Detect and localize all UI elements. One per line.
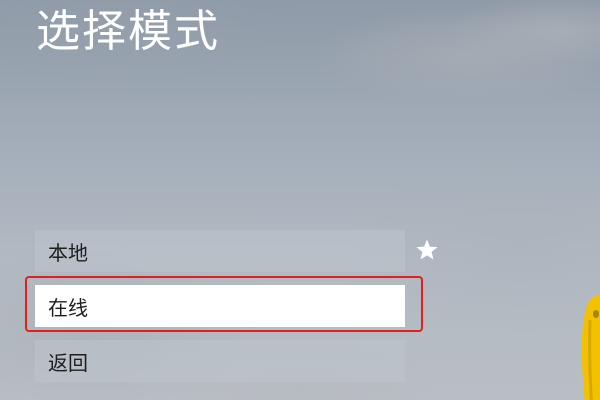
menu-item-online[interactable]: 在线 [35,285,405,327]
game-screen: 选择模式 本地 在线 返回 [0,0,600,400]
star-icon [416,239,438,260]
menu-item-label: 在线 [48,295,88,320]
menu-item-label: 本地 [48,240,88,265]
character-figure [581,293,600,400]
page-title: 选择模式 [36,6,220,57]
menu-item-label: 返回 [48,350,88,375]
menu-item-back[interactable]: 返回 [35,340,405,382]
menu-item-local[interactable]: 本地 [35,230,405,272]
